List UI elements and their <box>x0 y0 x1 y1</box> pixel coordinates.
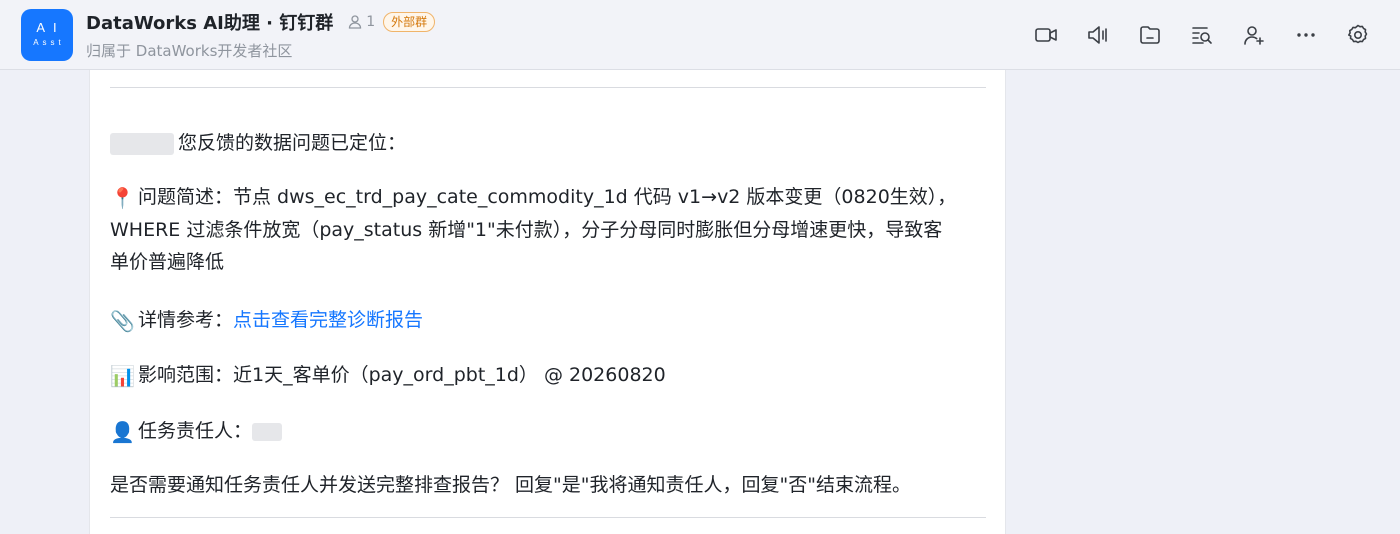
folder-icon <box>1140 26 1160 44</box>
header-toolbar <box>1008 21 1372 49</box>
member-count-value: 1 <box>366 14 376 30</box>
greeting-text: 您反馈的数据问题已定位： <box>178 132 407 154</box>
top-divider <box>110 87 986 88</box>
greeting-line: 您反馈的数据问题已定位： <box>110 128 990 158</box>
issue-line-2: WHERE 过滤条件放宽（pay_status 新增"1"未付款），分子分母同时… <box>110 219 943 241</box>
pin-icon: 📍 <box>110 186 135 210</box>
member-icon <box>349 15 362 29</box>
question-line: 是否需要通知任务责任人并发送完整排查报告？ 回复"是"我将通知责任人，回复"否"… <box>110 474 911 496</box>
paperclip-icon: 📎 <box>110 309 135 333</box>
mute-button[interactable] <box>1084 21 1112 49</box>
member-count[interactable]: 1 <box>347 14 375 30</box>
settings-icon <box>1348 24 1368 44</box>
settings-button[interactable] <box>1344 21 1372 49</box>
redacted-mention <box>110 132 174 155</box>
title-row: DataWorks AI助理 · 钉钉群 1 外部群 <box>86 9 436 35</box>
detail-label: 详情参考： <box>138 309 234 331</box>
search-records-icon <box>1192 27 1212 44</box>
owner-label: 任务责任人： <box>138 420 253 442</box>
bar-chart-icon: 📊 <box>110 364 135 388</box>
issue-summary: 📍 问题简述：节点 dws_ec_trd_pay_cate_commodity_1… <box>110 182 990 277</box>
owner-line: 👤 任务责任人： <box>110 416 990 447</box>
person-icon: 👤 <box>110 420 135 444</box>
avatar-text-line1: AI <box>36 20 65 35</box>
group-subtitle[interactable]: 归属于 DataWorks开发者社区 <box>86 40 292 61</box>
video-call-button[interactable] <box>1032 21 1060 49</box>
search-records-button[interactable] <box>1188 21 1216 49</box>
more-button[interactable] <box>1292 21 1320 49</box>
add-member-icon <box>1244 26 1264 45</box>
files-button[interactable] <box>1136 21 1164 49</box>
impact-line: 📊 影响范围：近1天_客单价（pay_ord_pbt_1d） @ 20260820 <box>110 360 990 391</box>
video-icon <box>1035 28 1057 42</box>
mute-icon <box>1088 26 1107 44</box>
issue-line-3: 单价普遍降低 <box>110 251 225 273</box>
report-link[interactable]: 点击查看完整诊断报告 <box>233 309 423 331</box>
bottom-divider <box>110 517 986 518</box>
more-icon <box>1297 33 1315 37</box>
redacted-owner <box>252 422 283 441</box>
issue-line-1: 问题简述：节点 dws_ec_trd_pay_cate_commodity_1d… <box>138 186 957 208</box>
add-member-button[interactable] <box>1240 21 1268 49</box>
detail-line: 📎 详情参考：点击查看完整诊断报告 <box>110 305 990 336</box>
message-card: 您反馈的数据问题已定位： 📍 问题简述：节点 dws_ec_trd_pay_cat… <box>89 70 1006 534</box>
avatar-text-line2: Asst <box>33 38 65 47</box>
impact-text: 影响范围：近1天_客单价（pay_ord_pbt_1d） @ 20260820 <box>138 364 666 386</box>
chat-header: AI Asst DataWorks AI助理 · 钉钉群 1 外部群 归属于 D… <box>0 0 1400 70</box>
group-title[interactable]: DataWorks AI助理 · 钉钉群 <box>86 9 333 35</box>
external-group-tag: 外部群 <box>383 12 436 32</box>
group-avatar[interactable]: AI Asst <box>21 9 73 61</box>
